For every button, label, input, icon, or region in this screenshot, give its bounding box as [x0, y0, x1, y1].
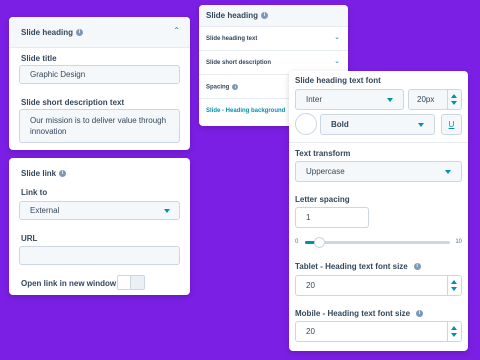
slider-max-label: 10: [455, 239, 462, 245]
info-icon: i: [232, 84, 239, 90]
tablet-label-wrap: Tablet - Heading text font size i: [295, 262, 421, 271]
letter-spacing-slider[interactable]: [305, 237, 450, 248]
info-icon: i: [413, 263, 421, 271]
font-family-value: Inter: [306, 95, 323, 104]
slide-heading-panel: Slide heading i ⌃ Slide title Graphic Des…: [9, 17, 190, 150]
text-transform-label: Text transform: [295, 149, 351, 158]
decrement-icon[interactable]: [451, 287, 457, 291]
font-weight-value: Bold: [331, 120, 349, 129]
mobile-stepper[interactable]: [447, 322, 461, 341]
open-new-window-label: Open link in new window: [21, 279, 117, 288]
slide-heading-header[interactable]: Slide heading i ⌃: [9, 17, 190, 47]
link-to-select[interactable]: External: [19, 201, 180, 220]
font-weight-select[interactable]: Bold: [320, 114, 435, 135]
tablet-stepper[interactable]: [447, 276, 461, 295]
slide-title-input[interactable]: Graphic Design: [19, 65, 180, 84]
font-family-select[interactable]: Inter: [295, 89, 404, 110]
info-icon: i: [59, 170, 67, 178]
tablet-font-size-input[interactable]: 20: [295, 275, 462, 296]
link-to-value: External: [30, 206, 60, 215]
text-transform-value: Uppercase: [306, 167, 345, 176]
mobile-font-size-input[interactable]: 20: [295, 321, 462, 342]
style-panel-title: Slide heading: [206, 11, 259, 20]
chevron-up-icon[interactable]: ⌃: [173, 26, 180, 35]
slide-heading-title: Slide heading: [21, 28, 74, 37]
toggle-knob: [118, 276, 131, 289]
row-label: Spacing: [206, 84, 230, 91]
chevron-down-icon: ⌄: [334, 58, 340, 65]
decrement-icon[interactable]: [451, 101, 457, 105]
slide-link-panel: Slide link i Link to External URL Open li…: [9, 158, 190, 295]
divider: [9, 47, 190, 48]
short-description-label: Slide short description text: [21, 98, 125, 107]
font-label: Slide heading text font: [295, 76, 381, 85]
caret-down-icon: [418, 123, 424, 127]
tablet-font-size-label: Tablet - Heading text font size: [295, 262, 408, 271]
slide-link-title: Slide link: [21, 169, 57, 178]
short-description-value: Our mission is to deliver value through …: [30, 116, 167, 136]
underline-icon: U: [448, 120, 455, 129]
row-label: Slide heading text: [206, 36, 258, 42]
open-new-window-toggle[interactable]: [117, 275, 145, 290]
slider-min-label: 0: [295, 239, 299, 245]
slide-title-label: Slide title: [21, 54, 57, 63]
increment-icon[interactable]: [451, 94, 457, 98]
caret-down-icon: [387, 98, 393, 102]
url-input[interactable]: [19, 246, 180, 265]
mobile-label-wrap: Mobile - Heading text font size i: [295, 309, 424, 318]
info-icon: i: [416, 310, 424, 318]
caret-down-icon: [445, 170, 451, 174]
row-label-wrap: Spacing i: [206, 84, 239, 91]
letter-spacing-value: 1: [306, 213, 311, 222]
info-icon: i: [76, 29, 84, 37]
text-transform-select[interactable]: Uppercase: [295, 161, 462, 182]
increment-icon[interactable]: [451, 326, 457, 330]
chevron-down-icon: ⌄: [334, 34, 340, 41]
font-size-input[interactable]: 20px: [408, 89, 462, 110]
mobile-font-size-value: 20: [306, 327, 315, 336]
row-label: Slide - Heading background: [206, 108, 286, 114]
mobile-font-size-label: Mobile - Heading text font size: [295, 309, 411, 318]
link-to-label: Link to: [21, 188, 48, 197]
font-size-value: 20px: [417, 95, 435, 104]
tablet-font-size-value: 20: [306, 281, 315, 290]
increment-icon[interactable]: [451, 280, 457, 284]
color-swatch[interactable]: [295, 113, 317, 135]
caret-down-icon: [164, 209, 170, 213]
row-slide-heading-text[interactable]: Slide heading text ⌄: [199, 27, 348, 50]
divider: [289, 142, 468, 143]
row-label: Slide short description: [206, 60, 272, 66]
underline-button[interactable]: U: [441, 114, 462, 135]
slide-title-value: Graphic Design: [30, 70, 86, 79]
decrement-icon[interactable]: [451, 333, 457, 337]
font-settings-panel: Slide heading text font Inter 20px Bold …: [289, 71, 468, 351]
font-size-stepper[interactable]: [447, 90, 461, 109]
style-panel-header: Slide heading i: [199, 5, 348, 26]
info-icon: i: [261, 12, 269, 20]
letter-spacing-label: Letter spacing: [295, 195, 350, 204]
letter-spacing-input[interactable]: 1: [295, 207, 369, 228]
url-label: URL: [21, 234, 38, 243]
short-description-textarea[interactable]: Our mission is to deliver value through …: [19, 109, 180, 143]
slider-handle[interactable]: [314, 237, 325, 248]
